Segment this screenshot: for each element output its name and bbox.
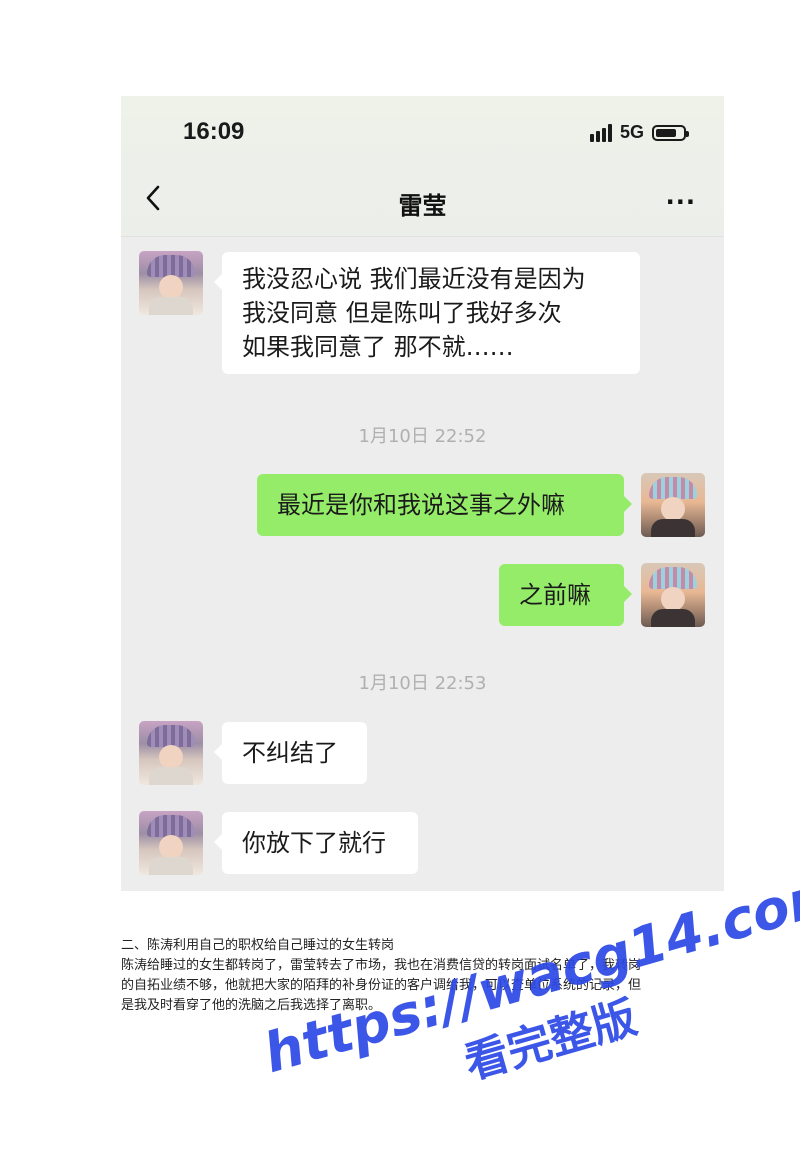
message-text: 不纠结了 (242, 739, 338, 767)
status-icons: 5G (589, 122, 689, 143)
page: 16:09 5G 雷莹 ··· 我没忍心说 我们最近没有是因为 我没同意 但是陈… (0, 0, 800, 1150)
message-bubble-incoming[interactable]: 我没忍心说 我们最近没有是因为 我没同意 但是陈叫了我好多次 如果我同意了 那不… (214, 252, 640, 374)
message-bubble-outgoing[interactable]: 之前嘛 (499, 564, 632, 626)
caption-line: 是我及时看穿了他的洗脑之后我选择了离职。 (121, 998, 382, 1013)
message-bubble-incoming[interactable]: 你放下了就行 (214, 812, 418, 874)
caption-text: 二、陈涛利用自己的职权给自己睡过的女生转岗 陈涛给睡过的女生都转岗了，雷莹转去了… (121, 936, 721, 1016)
caption-heading: 二、陈涛利用自己的职权给自己睡过的女生转岗 (121, 938, 395, 953)
message-bubble-incoming[interactable]: 不纠结了 (214, 722, 367, 784)
message-text: 最近是你和我说这事之外嘛 (277, 491, 565, 519)
signal-bars-icon (589, 123, 612, 142)
message-timestamp: 1月10日 22:53 (358, 673, 487, 694)
chat-screenshot: 16:09 5G 雷莹 ··· 我没忍心说 我们最近没有是因为 我没同意 但是陈… (121, 96, 724, 891)
message-text: 你放下了就行 (242, 829, 386, 857)
message-line: 我没同意 但是陈叫了我好多次 (242, 299, 562, 327)
battery-icon (652, 124, 689, 141)
my-avatar[interactable] (641, 473, 705, 537)
message-bubble-outgoing[interactable]: 最近是你和我说这事之外嘛 (257, 474, 632, 536)
my-avatar[interactable] (641, 563, 705, 627)
more-options-icon[interactable]: ··· (666, 188, 696, 216)
network-type: 5G (619, 122, 644, 142)
message-timestamp: 1月10日 22:52 (358, 426, 487, 447)
contact-avatar[interactable] (139, 811, 203, 875)
status-time: 16:09 (183, 118, 245, 145)
contact-name: 雷莹 (398, 192, 447, 220)
message-line: 如果我同意了 那不就…… (242, 333, 514, 361)
caption-line: 的自拓业绩不够，他就把大家的陌拜的补身份证的客户调给我，可以查单位系统的记录，但 (121, 978, 642, 993)
contact-avatar[interactable] (139, 251, 203, 315)
message-line: 我没忍心说 我们最近没有是因为 (242, 265, 586, 293)
message-text: 之前嘛 (519, 581, 591, 609)
top-bar: 16:09 5G 雷莹 ··· (121, 96, 724, 237)
caption-line: 陈涛给睡过的女生都转岗了，雷莹转去了市场，我也在消费信贷的转岗面试名单了，我转岗 (121, 958, 642, 973)
contact-avatar[interactable] (139, 721, 203, 785)
